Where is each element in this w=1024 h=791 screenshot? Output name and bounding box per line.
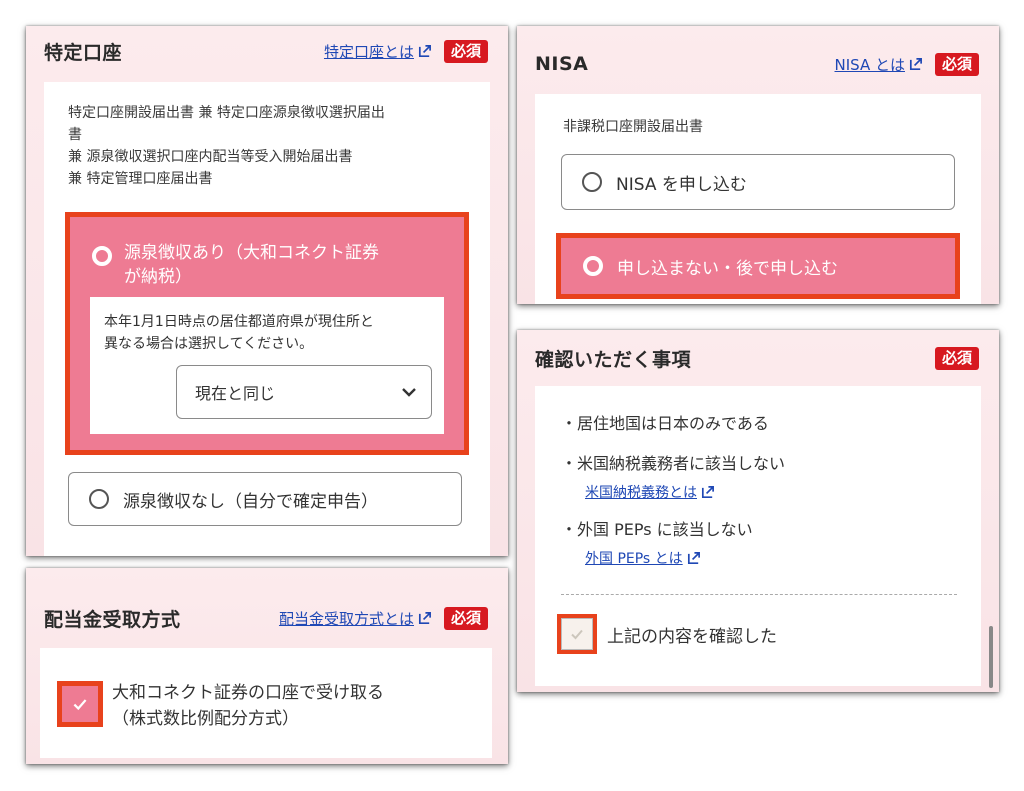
- option-nisa-apply-label: NISA を申し込む: [616, 174, 747, 195]
- tokutei-required-badge: 必須: [443, 39, 488, 63]
- residence-select-value: 現在と同じ: [195, 384, 276, 403]
- residence-note-2: 異なる場合は選択してください。: [104, 336, 314, 352]
- peps-help-link[interactable]: 外国 PEPs とは: [585, 548, 701, 568]
- external-link-icon: [909, 57, 922, 70]
- us-tax-help-link[interactable]: 米国納税義務とは: [585, 482, 715, 502]
- option-no-withholding[interactable]: 源泉徴収なし（自分で確定申告）: [68, 472, 462, 526]
- radio-unselected-icon: [582, 172, 602, 192]
- confirm-checkbox[interactable]: [557, 614, 597, 654]
- dividend-required-badge: 必須: [443, 606, 488, 630]
- confirm-header: 確認いただく事項 必須: [517, 338, 999, 378]
- residence-note-box: 本年1月1日時点の居住都道府県が現住所と 異なる場合は選択してください。 現在と…: [90, 297, 444, 434]
- radio-selected-icon: [583, 256, 603, 276]
- nisa-panel: NISA NISA とは 必須 非課税口座開設届出書 NISA を申し込む 申し…: [517, 26, 999, 304]
- dividend-header: 配当金受取方式 配当金受取方式とは 必須: [26, 596, 508, 640]
- nisa-help-link[interactable]: NISA とは: [835, 54, 923, 75]
- option-nisa-later-label: 申し込まない・後で申し込む: [617, 258, 838, 279]
- dividend-title: 配当金受取方式: [44, 608, 181, 631]
- confirm-panel: 確認いただく事項 必須 ・居住地国は日本のみである ・米国納税義務者に該当しない…: [517, 330, 999, 692]
- dashed-divider: [561, 594, 957, 595]
- nisa-required-badge: 必須: [934, 52, 979, 76]
- nisa-help-link-text: NISA とは: [834, 55, 905, 74]
- nisa-description: 非課税口座開設届出書: [563, 119, 703, 135]
- dividend-checkbox[interactable]: [57, 681, 103, 727]
- confirm-title: 確認いただく事項: [535, 348, 692, 371]
- confirm-item-peps: ・外国 PEPs に該当しない: [561, 520, 753, 539]
- tokutei-description-line: 兼 特定管理口座届出書: [68, 171, 213, 187]
- tokutei-description-line: 特定口座開設届出書 兼 特定口座源泉徴収選択届出: [68, 105, 385, 121]
- tokutei-card: 特定口座開設届出書 兼 特定口座源泉徴収選択届出 書 兼 源泉徴収選択口座内配当…: [44, 82, 490, 556]
- dividend-card: 大和コネクト証券の口座で受け取る （株式数比例配分方式）: [40, 648, 492, 758]
- dividend-panel: 配当金受取方式 配当金受取方式とは 必須 大和コネクト証券の口座で受け取る （株…: [26, 568, 508, 764]
- option-nisa-later[interactable]: 申し込まない・後で申し込む: [556, 233, 960, 299]
- option-nisa-apply[interactable]: NISA を申し込む: [561, 154, 955, 210]
- option-withholding[interactable]: 源泉徴収あり（大和コネクト証券 が納税） 本年1月1日時点の居住都道府県が現住所…: [65, 212, 469, 455]
- check-icon: [571, 629, 583, 640]
- residence-select[interactable]: 現在と同じ: [176, 365, 432, 419]
- confirm-checkbox-label: 上記の内容を確認した: [607, 626, 777, 647]
- dividend-help-link-text: 配当金受取方式とは: [278, 609, 414, 628]
- external-link-icon: [687, 551, 700, 564]
- dividend-checkbox-label-2: （株式数比例配分方式）: [112, 709, 299, 729]
- dividend-checkbox-label: 大和コネクト証券の口座で受け取る: [112, 683, 384, 703]
- confirm-item-residence: ・居住地国は日本のみである: [561, 414, 769, 433]
- tokutei-description-line: 兼 源泉徴収選択口座内配当等受入開始届出書: [68, 149, 353, 165]
- radio-selected-icon: [92, 246, 112, 266]
- tokutei-panel: 特定口座 特定口座とは 必須 特定口座開設届出書 兼 特定口座源泉徴収選択届出 …: [26, 26, 508, 556]
- residence-note: 本年1月1日時点の居住都道府県が現住所と: [104, 314, 374, 330]
- scrollbar[interactable]: [989, 626, 993, 688]
- tokutei-help-link[interactable]: 特定口座とは: [324, 41, 432, 62]
- check-icon: [73, 699, 87, 711]
- tokutei-header: 特定口座 特定口座とは 必須: [26, 26, 508, 76]
- option-withholding-label-2: が納税）: [124, 267, 192, 287]
- radio-unselected-icon: [89, 489, 109, 509]
- dividend-checkbox-row[interactable]: 大和コネクト証券の口座で受け取る （株式数比例配分方式）: [57, 680, 384, 732]
- confirm-checkbox-row[interactable]: 上記の内容を確認した: [557, 614, 777, 654]
- tokutei-title: 特定口座: [44, 41, 123, 64]
- option-withholding-label: 源泉徴収あり（大和コネクト証券: [124, 243, 379, 263]
- option-no-withholding-label: 源泉徴収なし（自分で確定申告）: [123, 491, 378, 512]
- confirm-required-badge: 必須: [934, 346, 979, 370]
- external-link-icon: [418, 611, 431, 624]
- confirm-card: ・居住地国は日本のみである ・米国納税義務者に該当しない 米国納税義務とは ・外…: [535, 386, 981, 686]
- tokutei-description-line: 書: [68, 127, 82, 143]
- tokutei-help-link-text: 特定口座とは: [323, 42, 414, 61]
- external-link-icon: [418, 44, 431, 57]
- chevron-down-icon: [402, 388, 416, 397]
- us-tax-help-link-text: 米国納税義務とは: [585, 485, 697, 501]
- confirm-item-us-tax: ・米国納税義務者に該当しない: [561, 454, 786, 473]
- nisa-header: NISA NISA とは 必須: [517, 44, 999, 84]
- nisa-title: NISA: [535, 53, 589, 75]
- nisa-card: 非課税口座開設届出書 NISA を申し込む 申し込まない・後で申し込む: [535, 94, 981, 304]
- external-link-icon: [701, 485, 714, 498]
- peps-help-link-text: 外国 PEPs とは: [585, 551, 683, 567]
- tokutei-description: 特定口座開設届出書 兼 特定口座源泉徴収選択届出 書 兼 源泉徴収選択口座内配当…: [68, 102, 478, 190]
- dividend-help-link[interactable]: 配当金受取方式とは: [279, 608, 432, 629]
